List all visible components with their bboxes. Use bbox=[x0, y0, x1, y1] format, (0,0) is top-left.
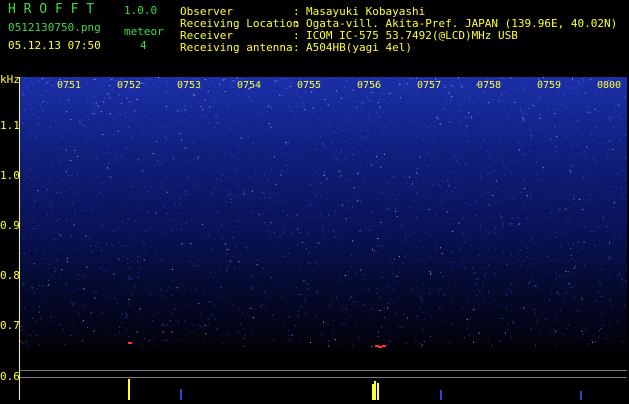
y-tick-label: 0.6 bbox=[0, 370, 20, 383]
signal-spike bbox=[377, 383, 379, 400]
meteor-echo bbox=[378, 346, 382, 348]
signal-spike bbox=[128, 379, 130, 400]
antenna-sep: : bbox=[293, 42, 300, 54]
x-tick-label: 0755 bbox=[297, 80, 321, 91]
meteor-count: 4 bbox=[140, 40, 147, 52]
x-tick-label: 0752 bbox=[117, 80, 141, 91]
x-tick-label: 0753 bbox=[177, 80, 201, 91]
signal-spike bbox=[372, 384, 374, 400]
signal-spike bbox=[440, 390, 442, 400]
meteor-echo bbox=[382, 345, 386, 347]
x-tick-label: 0800 bbox=[597, 80, 621, 91]
header-panel: H R O F F T 1.0.0 0512130750.png meteor … bbox=[0, 0, 629, 74]
antenna-key: Receiving antenna bbox=[180, 42, 293, 54]
panel-divider-mid bbox=[20, 377, 627, 378]
y-tick-label: 1.1 bbox=[0, 119, 20, 132]
x-tick-label: 0754 bbox=[237, 80, 261, 91]
meteor-label: meteor bbox=[124, 26, 164, 38]
meteor-echo bbox=[128, 342, 132, 344]
x-tick-label: 0757 bbox=[417, 80, 441, 91]
signal-spike bbox=[580, 391, 582, 400]
y-tick-label: 1.0 bbox=[0, 169, 20, 182]
y-tick-label: 0.9 bbox=[0, 219, 20, 232]
file-name: 0512130750.png bbox=[8, 22, 101, 34]
x-tick-label: 0751 bbox=[57, 80, 81, 91]
panel-divider-top bbox=[20, 370, 627, 371]
y-tick-label: 0.7 bbox=[0, 319, 20, 332]
signal-spike bbox=[374, 381, 376, 400]
y-tick-label: 0.8 bbox=[0, 269, 20, 282]
signal-spike bbox=[180, 389, 182, 400]
x-tick-label: 0758 bbox=[477, 80, 501, 91]
app-title: H R O F F T bbox=[8, 4, 94, 16]
date-time: 05.12.13 07:50 bbox=[8, 40, 101, 52]
spectrogram-canvas bbox=[20, 77, 627, 400]
x-tick-label: 0756 bbox=[357, 80, 381, 91]
spectrogram bbox=[20, 77, 627, 400]
app-version: 1.0.0 bbox=[124, 5, 157, 17]
y-unit-label: kHz bbox=[0, 74, 20, 86]
x-tick-label: 0759 bbox=[537, 80, 561, 91]
antenna-value: A504HB(yagi 4el) bbox=[306, 42, 412, 54]
